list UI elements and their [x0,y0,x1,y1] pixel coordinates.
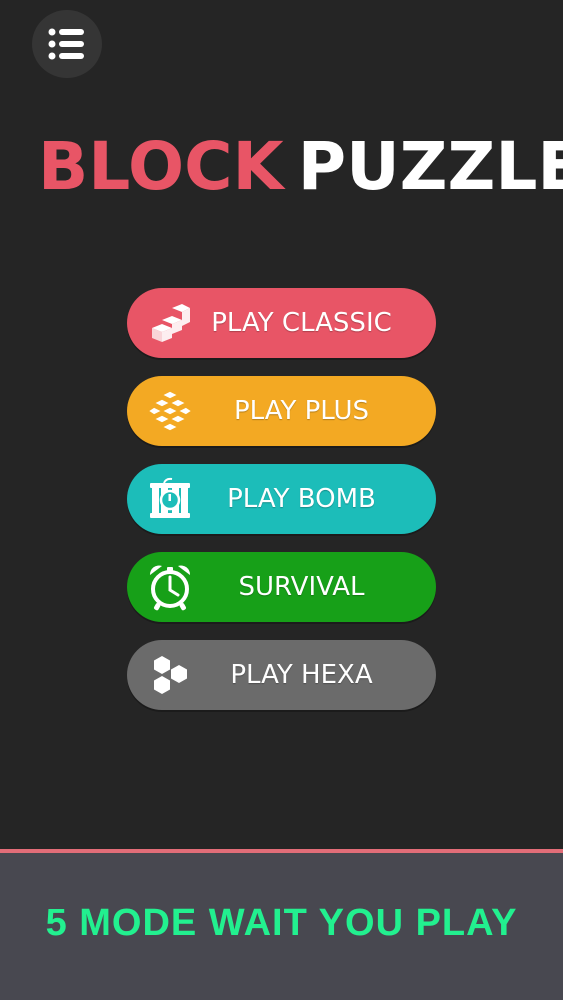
plus-blocks-icon [147,388,193,434]
title-block: BLOCK [38,128,284,205]
survival-button[interactable]: SURVIVAL [127,552,436,622]
play-bomb-button[interactable]: PLAY BOMB [127,464,436,534]
play-hexa-button[interactable]: PLAY HEXA [127,640,436,710]
title-puzzle: PUZZLE [297,128,563,205]
footer-tagline: 5 MODE WAIT YOU PLAY [45,902,518,944]
menu-button[interactable] [32,10,102,78]
game-title: BLOCK PUZZLE [0,128,563,205]
bomb-icon [147,476,193,522]
menu-list-icon [48,28,84,60]
footer-banner: 5 MODE WAIT YOU PLAY [0,853,563,1000]
alarm-clock-icon [147,564,193,611]
stair-blocks-icon [147,300,193,346]
play-classic-button[interactable]: PLAY CLASSIC [127,288,436,358]
hexagons-icon [147,652,193,698]
mode-list: PLAY CLASSIC PLAY PLUS PLAY BOMB SURVIVA… [127,288,436,728]
play-plus-button[interactable]: PLAY PLUS [127,376,436,446]
